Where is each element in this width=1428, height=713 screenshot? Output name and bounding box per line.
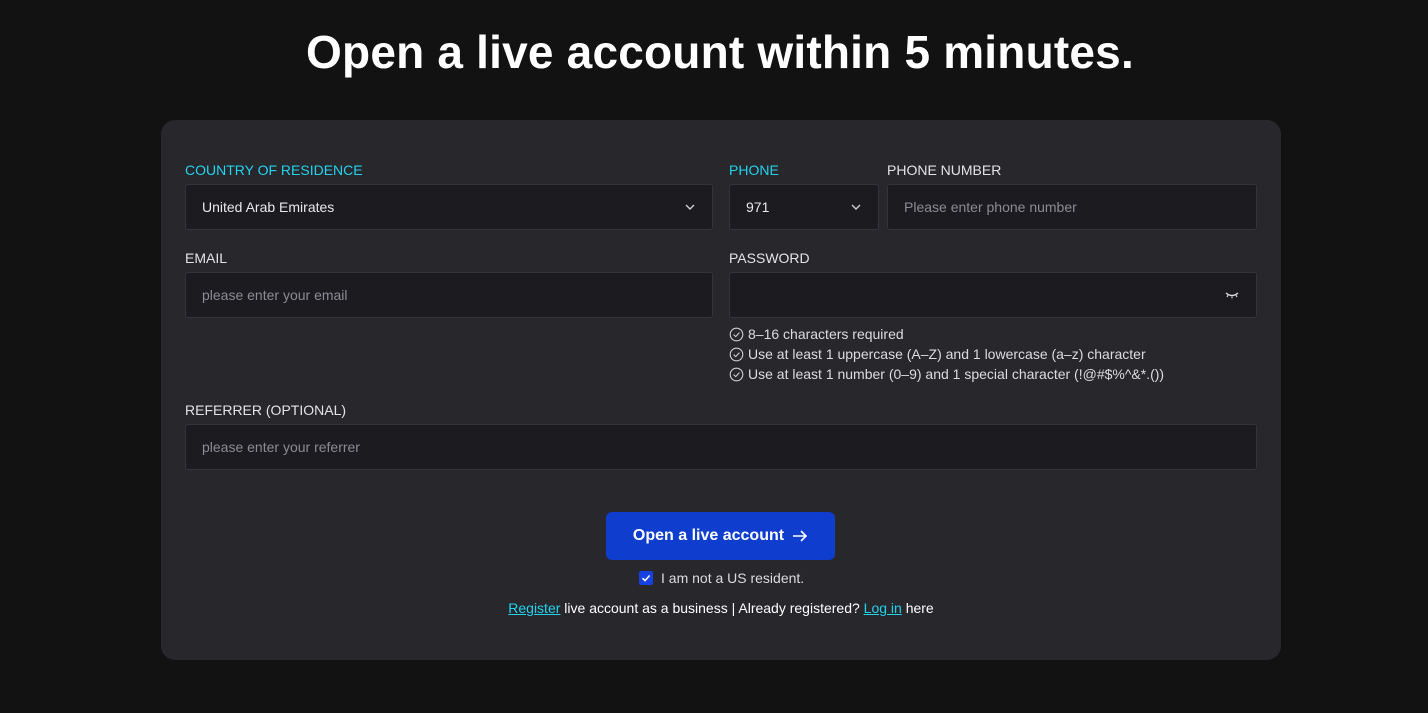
phone-number-placeholder: Please enter phone number [904, 199, 1077, 215]
register-link[interactable]: Register [508, 600, 560, 616]
footer-middle-text: live account as a business | Already reg… [560, 600, 864, 616]
check-circle-icon [729, 367, 744, 382]
login-link[interactable]: Log in [864, 600, 902, 616]
us-resident-label: I am not a US resident. [661, 570, 805, 586]
email-label: EMAIL [185, 250, 228, 266]
page-title: Open a live account within 5 minutes. [306, 26, 1134, 78]
password-rule: Use at least 1 uppercase (A–Z) and 1 low… [729, 344, 1164, 364]
password-rule-text: 8–16 characters required [748, 326, 904, 342]
email-placeholder: please enter your email [202, 287, 348, 303]
phone-number-label: PHONE NUMBER [887, 162, 1002, 178]
phone-number-input[interactable]: Please enter phone number [887, 184, 1257, 230]
password-rule: Use at least 1 number (0–9) and 1 specia… [729, 364, 1164, 384]
password-rule-text: Use at least 1 uppercase (A–Z) and 1 low… [748, 346, 1146, 362]
phone-code-value: 971 [746, 199, 770, 215]
page: Open a live account within 5 minutes. CO… [0, 0, 1428, 713]
country-label: COUNTRY OF RESIDENCE [185, 162, 363, 178]
submit-label: Open a live account [632, 527, 785, 544]
phone-code-label: PHONE [729, 162, 779, 178]
check-circle-icon [729, 347, 744, 362]
us-resident-checkbox[interactable] [639, 571, 653, 585]
phone-code-select[interactable]: 971 [729, 184, 879, 230]
password-rule: 8–16 characters required [729, 324, 1164, 344]
password-rule-text: Use at least 1 number (0–9) and 1 specia… [748, 366, 1165, 382]
eye-closed-icon[interactable] [1224, 289, 1240, 301]
open-live-account-button[interactable]: Open a live account [606, 512, 835, 560]
password-input[interactable] [729, 272, 1257, 318]
country-value: United Arab Emirates [202, 199, 335, 215]
password-rules: 8–16 characters required Use at least 1 … [729, 324, 1164, 384]
email-input[interactable]: please enter your email [185, 272, 713, 318]
chevron-down-icon [850, 201, 862, 213]
us-resident-row: I am not a US resident. [639, 570, 804, 586]
country-select[interactable]: United Arab Emirates [185, 184, 713, 230]
signup-form-card: COUNTRY OF RESIDENCE United Arab Emirate… [161, 120, 1281, 660]
chevron-down-icon [684, 201, 696, 213]
referrer-label: REFERRER (OPTIONAL) [185, 402, 347, 418]
footer-end-text: here [901, 600, 934, 616]
referrer-placeholder: please enter your referrer [202, 439, 360, 455]
referrer-input[interactable]: please enter your referrer [185, 424, 1257, 470]
arrow-right-icon [792, 529, 808, 543]
footer-links: Register live account as a business | Al… [161, 600, 1281, 616]
check-circle-icon [729, 327, 744, 342]
password-label: PASSWORD [729, 250, 810, 266]
